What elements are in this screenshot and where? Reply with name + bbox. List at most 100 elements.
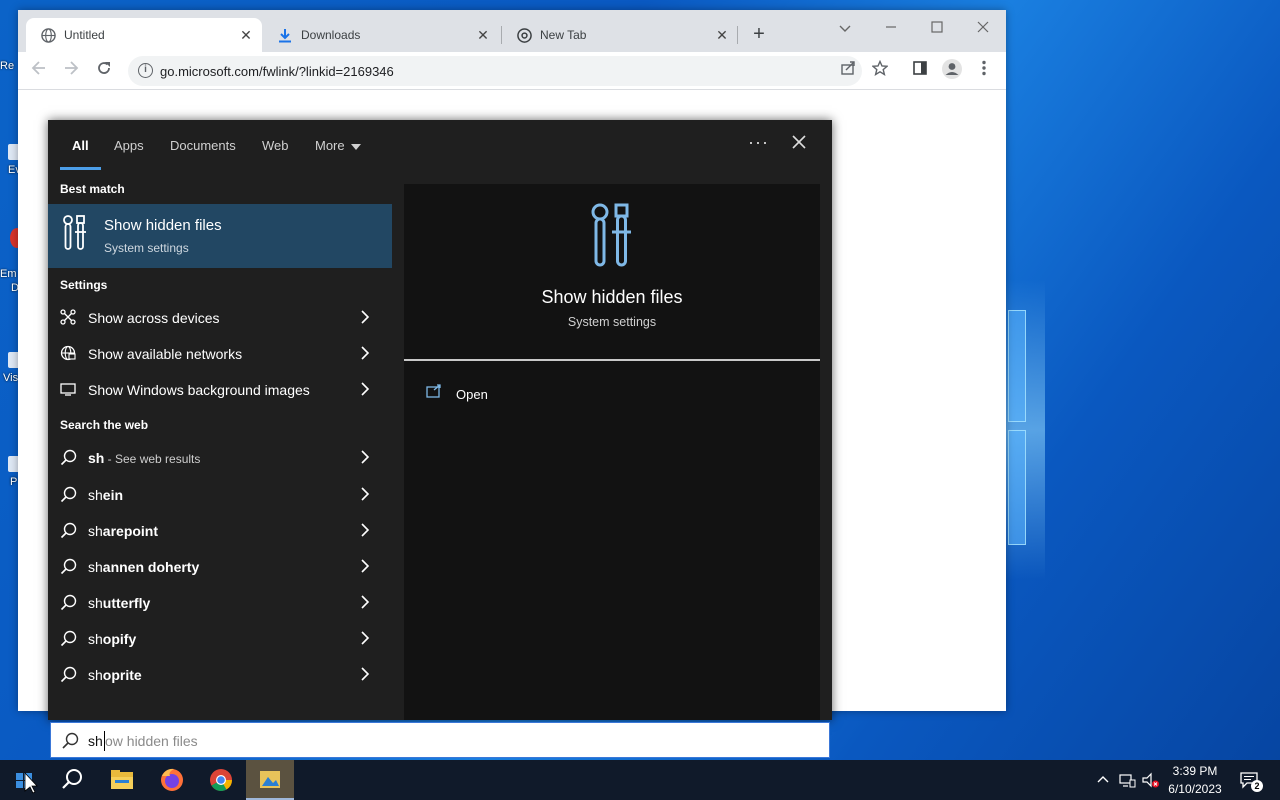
info-icon[interactable]: i: [138, 63, 153, 78]
settings-result-background-images[interactable]: Show Windows background images: [48, 372, 392, 408]
clock-time[interactable]: 3:39 PM: [1170, 764, 1220, 778]
chevron-right-icon[interactable]: [360, 346, 372, 360]
search-input[interactable]: sh ow hidden files: [50, 722, 830, 758]
tab-title: Untitled: [64, 28, 105, 42]
minimize-icon[interactable]: [876, 16, 906, 40]
tab-more-label: More: [315, 138, 345, 153]
search-icon: [60, 522, 77, 539]
tab-web[interactable]: Web: [262, 138, 289, 153]
start-icon[interactable]: [0, 760, 48, 800]
reload-icon[interactable]: [91, 58, 117, 84]
menu-kebab-icon[interactable]: [971, 58, 997, 84]
desktop-icon-label[interactable]: Re: [0, 60, 14, 72]
web-result-item[interactable]: sharepoint: [48, 513, 392, 549]
search-icon: [61, 732, 79, 750]
settings-result-share-devices[interactable]: Show across devices: [48, 300, 392, 336]
side-panel-icon[interactable]: [907, 58, 933, 84]
chrome-icon[interactable]: [197, 760, 245, 800]
search-query-typed: sh: [88, 733, 103, 749]
search-filter-tabs: All Apps Documents Web More ···: [48, 120, 832, 172]
suggestion-bold: opify: [102, 631, 137, 647]
tab-close-icon[interactable]: ✕: [238, 27, 254, 44]
web-result-item[interactable]: shannen doherty: [48, 549, 392, 585]
share-icon[interactable]: [835, 58, 861, 84]
query-typed: sh: [88, 559, 103, 575]
tab-documents[interactable]: Documents: [170, 138, 236, 153]
show-hidden-icons-icon[interactable]: [1096, 772, 1110, 786]
tab-downloads[interactable]: Downloads ✕: [263, 18, 499, 52]
tab-new-tab[interactable]: New Tab ✕: [502, 18, 738, 52]
forward-icon[interactable]: [58, 58, 84, 84]
close-window-icon[interactable]: [968, 16, 998, 40]
chevron-right-icon[interactable]: [360, 382, 372, 396]
chevron-right-icon[interactable]: [360, 523, 372, 537]
chevron-right-icon[interactable]: [360, 450, 372, 464]
url-text[interactable]: go.microsoft.com/fwlink/?linkid=2169346: [160, 64, 394, 79]
web-result-item[interactable]: shoprite: [48, 657, 392, 693]
query-typed: sh: [88, 487, 103, 503]
bookmark-star-icon[interactable]: [867, 58, 893, 84]
settings-tools-icon: [590, 202, 634, 268]
open-external-icon: [426, 384, 442, 398]
web-result-label: shoprite: [88, 667, 142, 683]
close-icon[interactable]: [790, 133, 810, 153]
query-bold: sh: [88, 450, 105, 466]
desktop-icon-label[interactable]: Vis: [3, 372, 18, 384]
tab-apps[interactable]: Apps: [114, 138, 144, 153]
search-icon: [60, 558, 77, 575]
clock-date[interactable]: 6/10/2023: [1164, 782, 1226, 796]
chevron-right-icon[interactable]: [360, 631, 372, 645]
tab-all[interactable]: All: [72, 138, 89, 153]
tab-close-icon[interactable]: ✕: [714, 27, 730, 44]
web-result-label: sh - See web results: [88, 450, 200, 466]
tab-more[interactable]: More: [315, 138, 361, 153]
new-tab-button[interactable]: +: [748, 24, 770, 46]
settings-result-networks[interactable]: Show available networks: [48, 336, 392, 372]
share-devices-icon: [60, 309, 77, 326]
web-result-label: shutterfly: [88, 595, 150, 611]
search-icon[interactable]: [48, 760, 96, 800]
firefox-icon[interactable]: [148, 760, 196, 800]
search-icon: [60, 449, 77, 466]
maximize-icon[interactable]: [922, 16, 952, 40]
tab-close-icon[interactable]: ✕: [475, 27, 491, 44]
desktop-icon-label[interactable]: Em: [0, 268, 17, 280]
web-result-item[interactable]: shein: [48, 477, 392, 513]
best-match-item[interactable]: Show hidden files System settings: [48, 204, 392, 268]
web-result-item[interactable]: sh - See web results: [48, 440, 392, 476]
chevron-right-icon[interactable]: [360, 559, 372, 573]
monitor-icon: [60, 381, 77, 398]
active-app-icon[interactable]: [246, 760, 294, 800]
best-match-subtitle: System settings: [104, 241, 189, 255]
back-icon[interactable]: [26, 58, 52, 84]
chevron-right-icon[interactable]: [360, 667, 372, 681]
network-icon[interactable]: [1118, 771, 1136, 789]
chevron-right-icon[interactable]: [360, 487, 372, 501]
preview-title: Show hidden files: [541, 287, 683, 307]
tab-separator: [737, 26, 738, 44]
chevron-right-icon[interactable]: [360, 310, 372, 324]
more-options-icon[interactable]: ···: [748, 132, 769, 153]
web-result-item[interactable]: shutterfly: [48, 585, 392, 621]
result-label: Show across devices: [88, 310, 220, 326]
tab-strip: Untitled ✕ Downloads ✕ New Tab ✕ +: [18, 10, 1006, 52]
open-button[interactable]: Open: [426, 380, 546, 408]
desktop-icon-label[interactable]: P: [10, 476, 17, 488]
result-label: Show Windows background images: [88, 382, 310, 398]
file-explorer-icon[interactable]: [98, 760, 146, 800]
web-result-label: shannen doherty: [88, 559, 199, 575]
volume-muted-icon[interactable]: [1141, 771, 1161, 789]
preview-divider: [404, 359, 820, 361]
web-result-item[interactable]: shopify: [48, 621, 392, 657]
active-tab-indicator: [60, 167, 101, 170]
address-bar[interactable]: i go.microsoft.com/fwlink/?linkid=216934…: [128, 56, 862, 86]
search-icon: [60, 486, 77, 503]
search-icon: [60, 630, 77, 647]
preview-pane: Show hidden files System settings Open: [404, 184, 820, 720]
tab-search-icon[interactable]: [830, 16, 860, 40]
chevron-right-icon[interactable]: [360, 595, 372, 609]
tab-untitled[interactable]: Untitled ✕: [26, 18, 262, 52]
web-result-label: shein: [88, 487, 123, 503]
preview-subtitle: System settings: [567, 315, 657, 329]
profile-avatar-icon[interactable]: [939, 58, 965, 84]
